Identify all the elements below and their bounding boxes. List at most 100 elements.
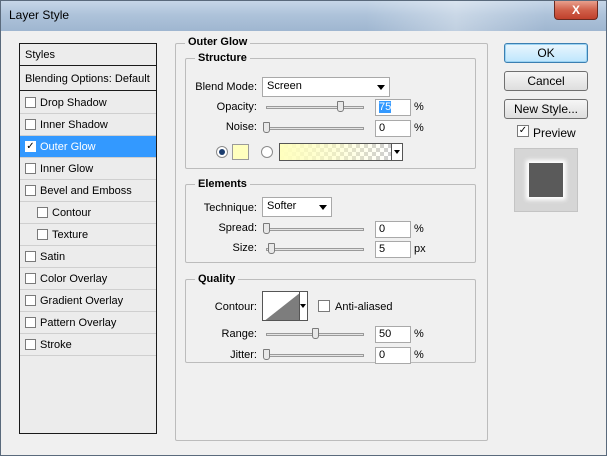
preview-checkbox[interactable]: ✓ bbox=[517, 125, 529, 137]
gradient-dropdown-icon[interactable] bbox=[391, 144, 402, 160]
range-slider-thumb[interactable] bbox=[312, 328, 319, 339]
spread-input[interactable]: 0 bbox=[375, 221, 411, 238]
style-item-checkbox[interactable]: ✓ bbox=[25, 141, 36, 152]
spread-slider-thumb[interactable] bbox=[263, 223, 270, 234]
blend-mode-value: Screen bbox=[267, 80, 302, 92]
anti-aliased-label: Anti-aliased bbox=[335, 301, 393, 313]
style-item-checkbox[interactable] bbox=[25, 339, 36, 350]
style-item-inner-glow[interactable]: Inner Glow bbox=[20, 158, 156, 180]
opacity-slider[interactable] bbox=[266, 106, 364, 109]
style-item-checkbox[interactable] bbox=[25, 295, 36, 306]
style-item-checkbox[interactable] bbox=[25, 97, 36, 108]
range-unit: % bbox=[414, 328, 424, 340]
style-item-label: Inner Shadow bbox=[40, 118, 108, 131]
contour-label: Contour: bbox=[214, 301, 257, 313]
noise-unit: % bbox=[414, 122, 424, 134]
range-input[interactable]: 50 bbox=[375, 326, 411, 343]
style-item-checkbox[interactable] bbox=[25, 185, 36, 196]
style-item-drop-shadow[interactable]: Drop Shadow bbox=[20, 92, 156, 114]
jitter-label: Jitter: bbox=[230, 349, 257, 361]
check-icon: ✓ bbox=[518, 125, 528, 136]
contour-dropdown-icon[interactable] bbox=[300, 291, 308, 321]
jitter-slider-thumb[interactable] bbox=[263, 349, 270, 360]
style-item-outer-glow[interactable]: ✓ Outer Glow bbox=[20, 136, 156, 158]
style-item-checkbox[interactable] bbox=[25, 119, 36, 130]
style-item-inner-shadow[interactable]: Inner Shadow bbox=[20, 114, 156, 136]
opacity-input[interactable]: 75 bbox=[375, 99, 411, 116]
cancel-button[interactable]: Cancel bbox=[504, 71, 588, 91]
close-button[interactable]: X bbox=[554, 1, 598, 20]
structure-title: Structure bbox=[195, 52, 250, 64]
technique-label: Technique: bbox=[203, 202, 257, 214]
blend-mode-select[interactable]: Screen bbox=[262, 77, 390, 97]
style-item-pattern-overlay[interactable]: Pattern Overlay bbox=[20, 312, 156, 334]
chevron-down-icon bbox=[377, 85, 385, 90]
style-item-checkbox[interactable] bbox=[25, 251, 36, 262]
style-item-label: Pattern Overlay bbox=[40, 316, 117, 329]
size-unit: px bbox=[414, 243, 426, 255]
style-item-checkbox[interactable] bbox=[37, 207, 48, 218]
style-item-gradient-overlay[interactable]: Gradient Overlay bbox=[20, 290, 156, 312]
spread-unit: % bbox=[414, 223, 424, 235]
chevron-down-icon bbox=[319, 205, 327, 210]
range-value: 50 bbox=[379, 328, 392, 340]
close-icon: X bbox=[571, 3, 580, 17]
preview-thumbnail bbox=[514, 148, 578, 212]
preview-label: Preview bbox=[533, 126, 576, 140]
layer-style-dialog: Layer Style X Styles Blending Options: D… bbox=[0, 0, 607, 456]
style-item-texture[interactable]: Texture bbox=[20, 224, 156, 246]
noise-slider-thumb[interactable] bbox=[263, 122, 270, 133]
style-item-checkbox[interactable] bbox=[37, 229, 48, 240]
style-item-color-overlay[interactable]: Color Overlay bbox=[20, 268, 156, 290]
style-item-label: Gradient Overlay bbox=[40, 294, 124, 307]
spread-slider[interactable] bbox=[266, 228, 364, 231]
opacity-label: Opacity: bbox=[216, 101, 257, 113]
styles-header-label: Styles bbox=[25, 48, 55, 61]
size-slider-thumb[interactable] bbox=[268, 243, 275, 254]
gradient-radio[interactable] bbox=[261, 146, 273, 158]
quality-title: Quality bbox=[195, 273, 239, 285]
style-item-label: Texture bbox=[52, 228, 89, 241]
style-item-label: Contour bbox=[52, 206, 92, 219]
style-item-contour[interactable]: Contour bbox=[20, 202, 156, 224]
new-style-button[interactable]: New Style... bbox=[504, 99, 588, 119]
jitter-unit: % bbox=[414, 349, 424, 361]
contour-picker[interactable] bbox=[262, 291, 300, 321]
jitter-slider[interactable] bbox=[266, 354, 364, 357]
technique-value: Softer bbox=[267, 200, 297, 212]
size-slider[interactable] bbox=[266, 248, 364, 251]
blending-options-item[interactable]: Blending Options: Default bbox=[20, 67, 156, 91]
style-item-satin[interactable]: Satin bbox=[20, 246, 156, 268]
anti-aliased-checkbox[interactable] bbox=[318, 300, 330, 312]
spread-value: 0 bbox=[379, 223, 386, 235]
style-item-checkbox[interactable] bbox=[25, 273, 36, 284]
style-item-bevel-and-emboss[interactable]: Bevel and Emboss bbox=[20, 180, 156, 202]
glow-gradient-picker[interactable] bbox=[279, 143, 403, 161]
elements-title: Elements bbox=[195, 178, 250, 190]
style-item-label: Stroke bbox=[40, 338, 72, 351]
noise-slider[interactable] bbox=[266, 127, 364, 130]
check-icon: ✓ bbox=[26, 140, 35, 152]
technique-select[interactable]: Softer bbox=[262, 197, 332, 217]
style-item-checkbox[interactable] bbox=[25, 163, 36, 174]
style-item-label: Satin bbox=[40, 250, 66, 263]
style-item-stroke[interactable]: Stroke bbox=[20, 334, 156, 356]
style-item-label: Drop Shadow bbox=[40, 96, 107, 109]
styles-list: Styles Blending Options: Default Drop Sh… bbox=[19, 43, 157, 434]
glow-color-swatch[interactable] bbox=[232, 144, 249, 160]
noise-label: Noise: bbox=[225, 121, 257, 133]
noise-input[interactable]: 0 bbox=[375, 120, 411, 137]
solid-color-radio[interactable] bbox=[216, 146, 228, 158]
outer-glow-title: Outer Glow bbox=[185, 36, 251, 48]
contour-curve-icon bbox=[265, 293, 299, 320]
opacity-slider-thumb[interactable] bbox=[336, 101, 344, 112]
preview-layer bbox=[529, 163, 563, 197]
styles-list-header[interactable]: Styles bbox=[20, 44, 156, 66]
title-bar[interactable]: Layer Style X bbox=[1, 1, 606, 31]
jitter-input[interactable]: 0 bbox=[375, 347, 411, 364]
size-input[interactable]: 5 bbox=[375, 241, 411, 258]
size-value: 5 bbox=[379, 243, 386, 255]
window-title: Layer Style bbox=[9, 8, 70, 22]
ok-button[interactable]: OK bbox=[504, 43, 588, 63]
style-item-checkbox[interactable] bbox=[25, 317, 36, 328]
